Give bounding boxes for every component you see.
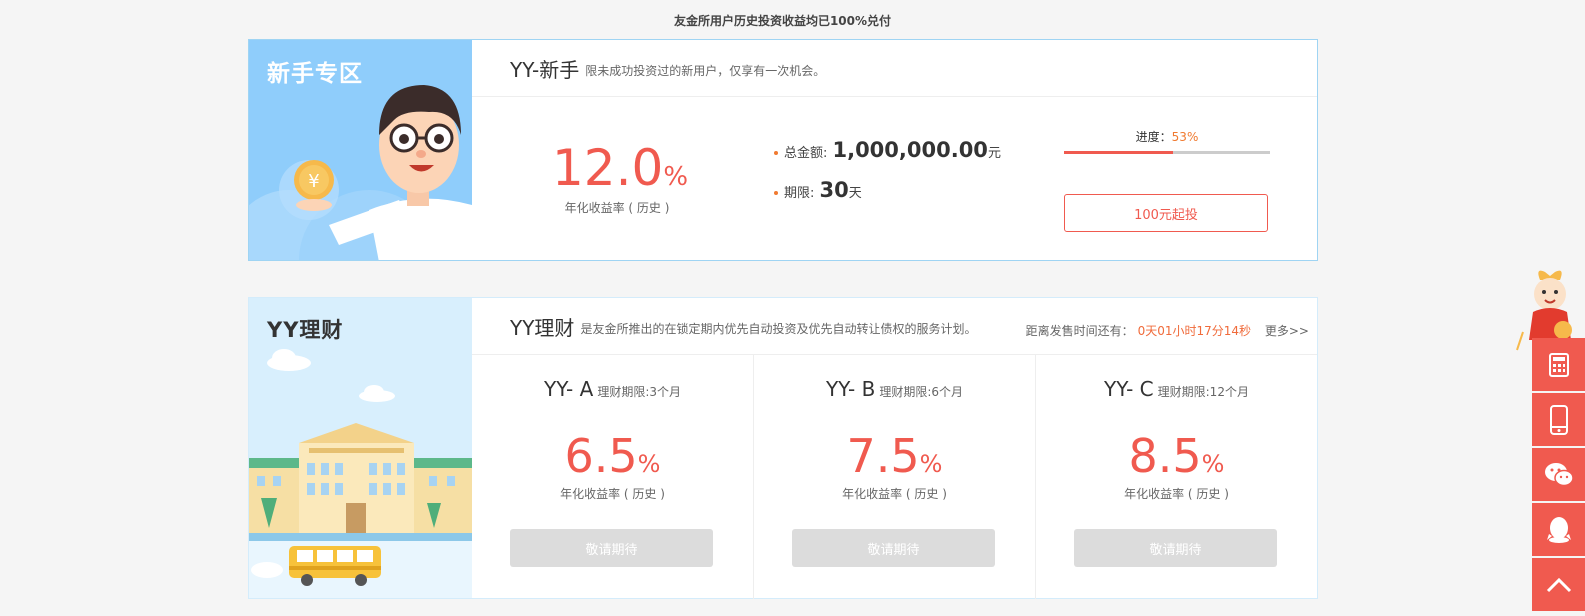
newbie-progress: 进度：53%: [1064, 128, 1270, 154]
product-rate: 6.5% 年化收益率 ( 历史 ): [472, 433, 753, 502]
qq-icon: [1546, 516, 1571, 543]
product-term: 理财期限:3个月: [597, 385, 681, 399]
yy-product-card: YY- B 理财期限:6个月 7.5% 年化收益率 ( 历史 ) 敬请期待: [754, 355, 1036, 599]
product-rate-label: 年化收益率 ( 历史 ): [842, 487, 947, 501]
progress-label: 进度：: [1135, 130, 1172, 144]
coming-soon-button[interactable]: 敬请期待: [792, 529, 995, 567]
yy-panel: YY理财 YY理财 是友金所推出的在锁定期内优先自动投资及优先自动转让债权的服务…: [248, 297, 1318, 599]
progress-value: 53%: [1171, 130, 1199, 144]
back-to-top-icon: [1546, 577, 1571, 592]
more-link[interactable]: 更多>>: [1265, 324, 1309, 338]
mobile-app-button[interactable]: [1532, 393, 1585, 446]
wechat-button[interactable]: [1532, 448, 1585, 501]
qq-button[interactable]: [1532, 503, 1585, 556]
wechat-icon: [1544, 462, 1574, 486]
product-rate-value: 7.5: [846, 429, 920, 483]
term-unit: 天: [848, 186, 862, 201]
product-rate-percent: %: [637, 450, 661, 478]
product-rate: 7.5% 年化收益率 ( 历史 ): [754, 433, 1035, 502]
total-unit: 元: [987, 146, 1001, 161]
newbie-product-desc: 限未成功投资过的新用户，仅享有一次机会。: [585, 63, 826, 78]
total-label: 总金额:: [784, 146, 828, 161]
product-name[interactable]: YY- C: [1104, 377, 1154, 401]
yy-content: YY理财 是友金所推出的在锁定期内优先自动投资及优先自动转让债权的服务计划。 距…: [472, 298, 1317, 599]
yy-zone-title: YY理财: [267, 318, 344, 342]
yy-product-desc: 是友金所推出的在锁定期内优先自动投资及优先自动转让债权的服务计划。: [580, 321, 977, 336]
newbie-term: 期限: 30天: [774, 178, 862, 202]
product-title: YY- A 理财期限:3个月: [472, 377, 753, 401]
product-title: YY- C 理财期限:12个月: [1036, 377, 1317, 401]
newbie-rate-label: 年化收益率 ( 历史 ): [564, 201, 670, 215]
calculator-button[interactable]: [1532, 338, 1585, 391]
newbie-panel: ¥ 新手专区 YY-新手 限未成功投资过的新用户，仅享有一次机会。 12.0% …: [248, 39, 1318, 261]
countdown-label: 距离发售时间还有：: [1025, 324, 1134, 338]
bullet-dot: [774, 150, 778, 155]
svg-text:¥: ¥: [308, 171, 319, 192]
yy-side-banner[interactable]: YY理财: [249, 298, 472, 598]
newbie-rate-value: 12.0: [552, 139, 664, 197]
newbie-header: YY-新手 限未成功投资过的新用户，仅享有一次机会。: [472, 40, 1317, 97]
newbie-total-amount: 总金额: 1,000,000.00元: [774, 138, 1001, 162]
progress-text: 进度：53%: [1064, 128, 1270, 145]
yy-header: YY理财 是友金所推出的在锁定期内优先自动投资及优先自动转让债权的服务计划。 距…: [472, 298, 1317, 355]
product-rate-percent: %: [1201, 450, 1225, 478]
yy-product-list: YY- A 理财期限:3个月 6.5% 年化收益率 ( 历史 ) 敬请期待 YY-…: [472, 355, 1317, 599]
newbie-rate-percent: %: [663, 162, 689, 192]
invest-button[interactable]: 100元起投: [1064, 194, 1268, 232]
mobile-phone-icon: [1549, 404, 1568, 435]
yy-product-card: YY- C 理财期限:12个月 8.5% 年化收益率 ( 历史 ) 敬请期待: [1036, 355, 1317, 599]
product-rate-value: 6.5: [564, 429, 638, 483]
newbie-content: YY-新手 限未成功投资过的新用户，仅享有一次机会。 12.0% 年化收益率 (…: [472, 40, 1317, 260]
back-to-top-button[interactable]: [1532, 558, 1585, 611]
newbie-product-name[interactable]: YY-新手: [510, 54, 579, 83]
coming-soon-button[interactable]: 敬请期待: [510, 529, 713, 567]
product-rate-label: 年化收益率 ( 历史 ): [560, 487, 665, 501]
product-rate-percent: %: [919, 450, 943, 478]
yy-countdown: 距离发售时间还有： 0天01小时17分14秒 更多>>: [1026, 322, 1309, 339]
term-value: 30: [819, 178, 849, 202]
product-title: YY- B 理财期限:6个月: [754, 377, 1035, 401]
fixed-sidebar: [1532, 338, 1585, 613]
product-term: 理财期限:12个月: [1157, 385, 1249, 399]
newbie-zone-title: 新手专区: [267, 61, 363, 87]
product-rate-label: 年化收益率 ( 历史 ): [1124, 487, 1229, 501]
notice-banner: 友金所用户历史投资收益均已100%兑付: [673, 14, 892, 28]
progress-bar: [1064, 151, 1270, 154]
product-term: 理财期限:6个月: [879, 385, 964, 399]
yy-product-card: YY- A 理财期限:3个月 6.5% 年化收益率 ( 历史 ) 敬请期待: [472, 355, 754, 599]
bullet-dot: [774, 190, 778, 195]
term-label: 期限:: [784, 186, 815, 201]
progress-bar-fill: [1064, 151, 1174, 154]
newbie-rate-block: 12.0% 年化收益率 ( 历史 ): [552, 143, 688, 216]
calculator-icon: [1548, 352, 1569, 377]
newbie-side-banner[interactable]: ¥ 新手专区: [249, 40, 472, 260]
total-value: 1,000,000.00: [832, 138, 988, 162]
product-name[interactable]: YY- B: [826, 377, 875, 401]
product-rate: 8.5% 年化收益率 ( 历史 ): [1036, 433, 1317, 502]
yy-product-name[interactable]: YY理财: [510, 312, 574, 341]
product-rate-value: 8.5: [1128, 429, 1202, 483]
countdown-value: 0天01小时17分14秒: [1137, 324, 1252, 338]
coming-soon-button[interactable]: 敬请期待: [1074, 529, 1277, 567]
product-name[interactable]: YY- A: [544, 377, 593, 401]
